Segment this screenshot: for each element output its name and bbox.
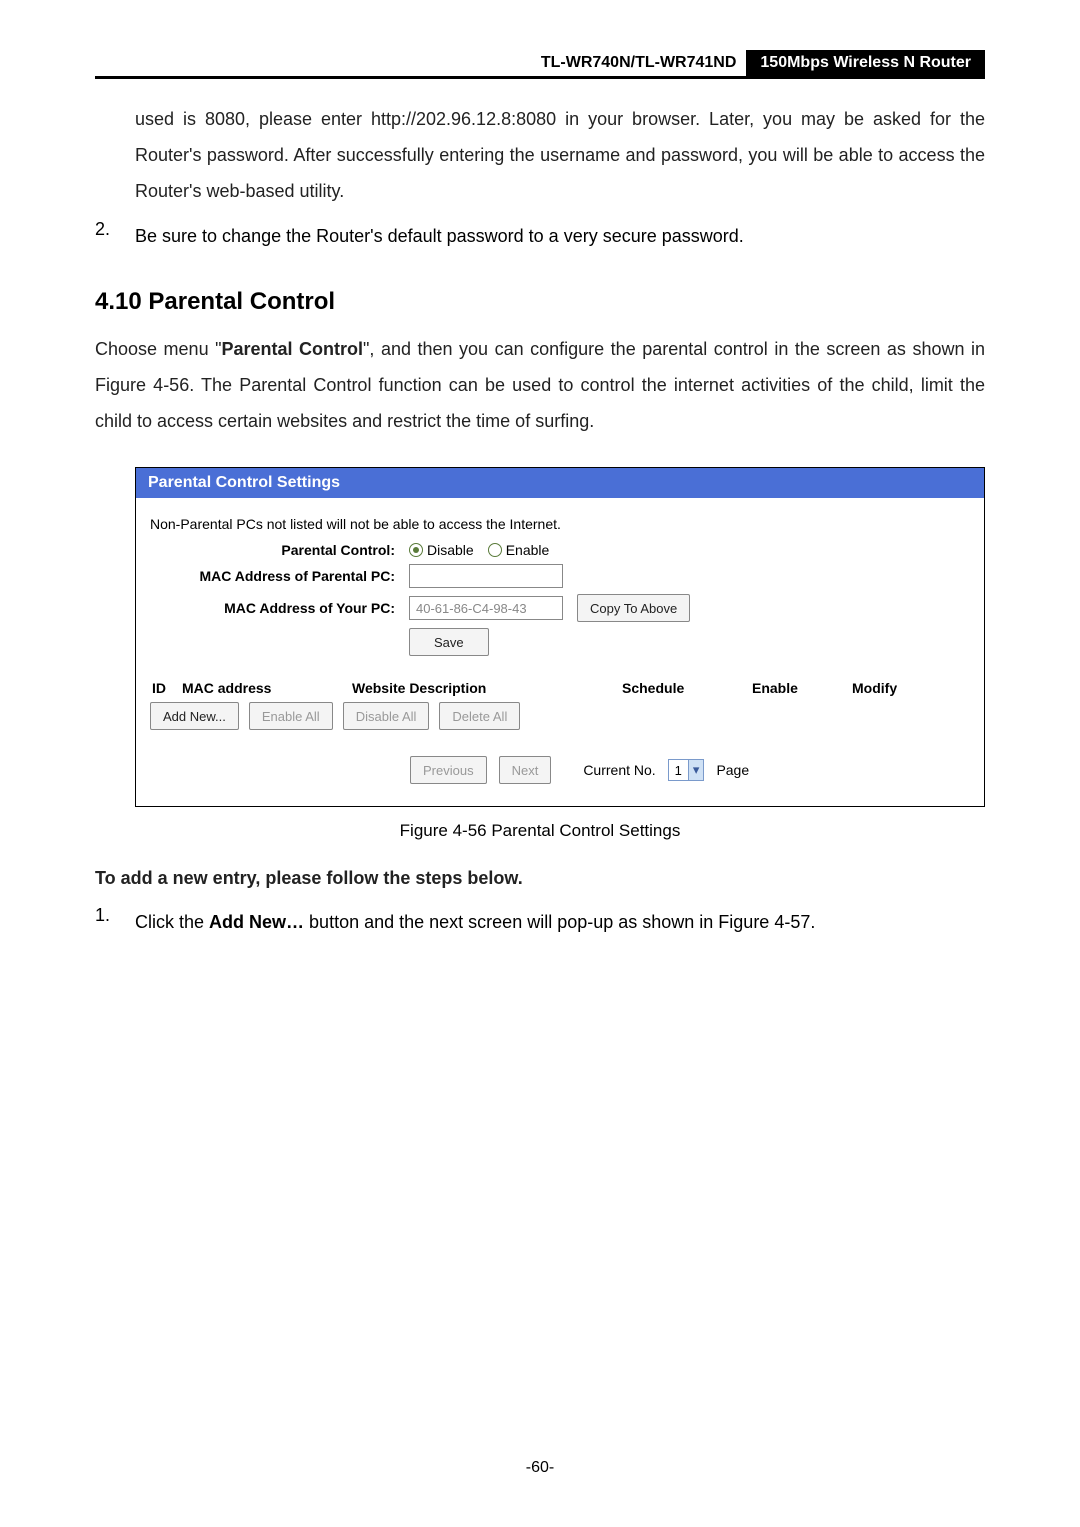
page-number: -60- — [0, 1459, 1080, 1477]
intro-paragraph: used is 8080, please enter http://202.96… — [135, 101, 985, 209]
input-mac-your[interactable]: 40-61-86-C4-98-43 — [409, 596, 563, 620]
list-text: Be sure to change the Router's default p… — [135, 219, 985, 253]
label-mac-your: MAC Address of Your PC: — [150, 600, 409, 616]
enable-all-button[interactable]: Enable All — [249, 702, 333, 730]
delete-all-button[interactable]: Delete All — [439, 702, 520, 730]
radio-enable[interactable]: Enable — [488, 542, 550, 558]
th-id: ID — [152, 680, 182, 696]
header-product: 150Mbps Wireless N Router — [746, 50, 985, 76]
radio-dot-icon — [409, 543, 423, 557]
step-number: 1. — [95, 905, 135, 939]
figure-note: Non-Parental PCs not listed will not be … — [150, 516, 970, 532]
next-button[interactable]: Next — [499, 756, 552, 784]
list-item-2: 2. Be sure to change the Router's defaul… — [95, 219, 985, 253]
label-parental-control: Parental Control: — [150, 542, 409, 558]
doc-header: TL-WR740N/TL-WR741ND 150Mbps Wireless N … — [95, 50, 985, 79]
pager-current-label: Current No. — [583, 762, 655, 778]
steps-heading: To add a new entry, please follow the st… — [95, 866, 985, 891]
pager: Previous Next Current No. 1 ▾ Page — [150, 756, 970, 784]
table-header: ID MAC address Website Description Sched… — [150, 680, 970, 696]
figure-parental-control: Parental Control Settings Non-Parental P… — [135, 467, 985, 807]
list-number: 2. — [95, 219, 135, 253]
pager-page-label: Page — [716, 762, 749, 778]
disable-all-button[interactable]: Disable All — [343, 702, 430, 730]
figure-header: Parental Control Settings — [136, 468, 984, 498]
table-buttons: Add New... Enable All Disable All Delete… — [150, 702, 970, 730]
step-text: Click the Add New… button and the next s… — [135, 905, 985, 939]
previous-button[interactable]: Previous — [410, 756, 487, 784]
add-new-button[interactable]: Add New... — [150, 702, 239, 730]
save-button[interactable]: Save — [409, 628, 489, 656]
chevron-down-icon: ▾ — [688, 760, 704, 780]
th-modify: Modify — [852, 680, 968, 696]
header-model: TL-WR740N/TL-WR741ND — [541, 50, 747, 76]
radio-dot-icon — [488, 543, 502, 557]
step-1: 1. Click the Add New… button and the nex… — [95, 905, 985, 939]
input-mac-parental[interactable] — [409, 564, 563, 588]
th-schedule: Schedule — [622, 680, 752, 696]
section-paragraph: Choose menu "Parental Control", and then… — [95, 331, 985, 439]
section-heading: 4.10 Parental Control — [95, 288, 985, 316]
th-desc: Website Description — [352, 680, 622, 696]
figure-caption: Figure 4-56 Parental Control Settings — [95, 821, 985, 841]
th-enable: Enable — [752, 680, 852, 696]
label-mac-parental: MAC Address of Parental PC: — [150, 568, 409, 584]
th-mac: MAC address — [182, 680, 352, 696]
radio-disable[interactable]: Disable — [409, 542, 474, 558]
page-select[interactable]: 1 ▾ — [668, 759, 705, 781]
copy-to-above-button[interactable]: Copy To Above — [577, 594, 690, 622]
